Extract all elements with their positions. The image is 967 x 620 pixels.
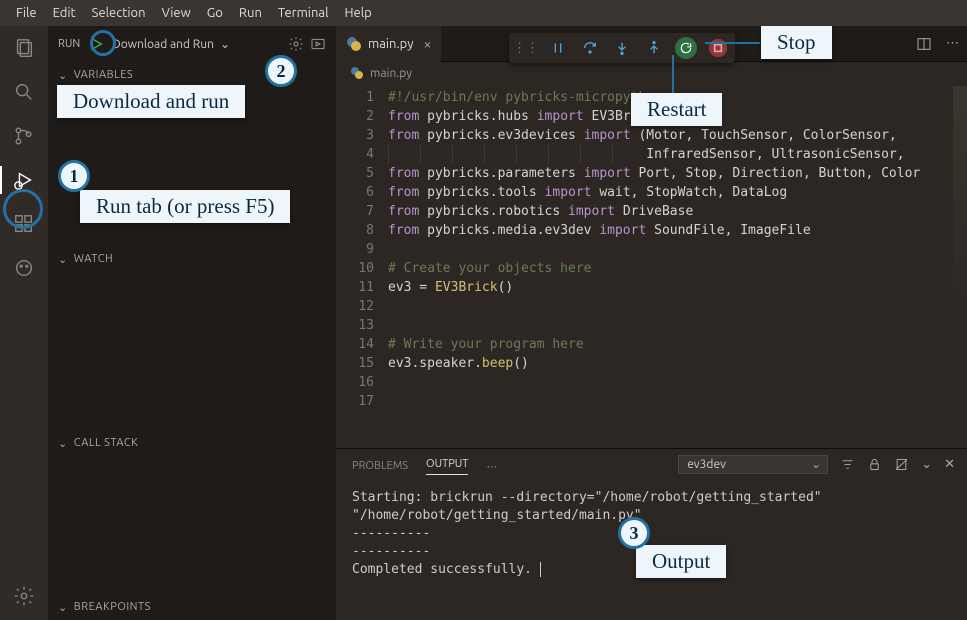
line-gutter: 1234567891011121314151617 bbox=[336, 84, 388, 448]
annotation-bubble-3: 3 bbox=[618, 517, 650, 549]
menu-run[interactable]: Run bbox=[231, 6, 270, 20]
chevron-down-icon: ⌄ bbox=[220, 37, 230, 51]
menu-terminal[interactable]: Terminal bbox=[270, 6, 337, 20]
annotation-output: Output bbox=[636, 545, 726, 578]
split-editor-icon[interactable] bbox=[916, 36, 932, 52]
pause-button[interactable] bbox=[547, 37, 569, 59]
collapse-panel-icon[interactable]: ⌄ bbox=[921, 457, 932, 472]
tab-main-py[interactable]: main.py × bbox=[336, 26, 441, 62]
step-into-button[interactable] bbox=[611, 37, 633, 59]
explorer-icon[interactable] bbox=[12, 36, 36, 60]
annotation-download-and-run: Download and run bbox=[57, 85, 245, 118]
search-icon[interactable] bbox=[12, 80, 36, 104]
close-tab-icon[interactable]: × bbox=[424, 36, 432, 52]
menu-help[interactable]: Help bbox=[336, 6, 379, 20]
menu-edit[interactable]: Edit bbox=[45, 6, 84, 20]
source-control-icon[interactable] bbox=[12, 124, 36, 148]
annotation-highlight-play bbox=[90, 30, 116, 56]
code-editor[interactable]: 1234567891011121314151617 #!/usr/bin/env… bbox=[336, 84, 967, 448]
annotation-connector bbox=[672, 55, 674, 95]
annotation-connector bbox=[705, 42, 760, 44]
annotation-bubble-2: 2 bbox=[265, 55, 297, 87]
run-config-dropdown[interactable]: Download and Run⌄ bbox=[112, 37, 282, 51]
activity-bar bbox=[0, 26, 48, 620]
close-panel-icon[interactable]: ✕ bbox=[944, 457, 955, 472]
restart-button[interactable] bbox=[675, 37, 697, 59]
filter-icon[interactable] bbox=[840, 457, 855, 472]
minimap[interactable] bbox=[953, 86, 967, 436]
clear-output-icon[interactable] bbox=[894, 457, 909, 472]
annotation-stop: Stop bbox=[761, 26, 832, 59]
menu-view[interactable]: View bbox=[154, 6, 199, 20]
annotation-highlight-icon bbox=[3, 189, 43, 229]
python-file-icon bbox=[350, 66, 364, 80]
lock-scroll-icon[interactable] bbox=[867, 457, 882, 472]
device-icon[interactable] bbox=[12, 256, 36, 280]
breakpoints-header[interactable]: ⌄BREAKPOINTS bbox=[48, 594, 336, 620]
config-gear-icon[interactable] bbox=[288, 36, 304, 52]
bottom-panel: PROBLEMS OUTPUT ⋯ ev3dev ⌄ ✕ Starting: b… bbox=[336, 448, 967, 620]
menu-bar: File Edit Selection View Go Run Terminal… bbox=[0, 0, 967, 26]
callstack-header[interactable]: ⌄CALL STACK bbox=[48, 430, 336, 456]
stop-button[interactable] bbox=[707, 37, 729, 59]
run-label: RUN bbox=[58, 38, 80, 50]
menu-file[interactable]: File bbox=[8, 6, 45, 20]
output-channel-dropdown[interactable]: ev3dev bbox=[678, 455, 828, 474]
code-content[interactable]: #!/usr/bin/env pybricks-micropythonfrom … bbox=[388, 84, 967, 448]
python-file-icon bbox=[346, 36, 362, 52]
tab-output[interactable]: OUTPUT bbox=[426, 458, 468, 475]
step-out-button[interactable] bbox=[643, 37, 665, 59]
settings-gear-icon[interactable] bbox=[12, 584, 36, 608]
menu-selection[interactable]: Selection bbox=[84, 6, 154, 20]
more-tabs-icon[interactable]: ⋯ bbox=[486, 460, 497, 473]
annotation-run-tab: Run tab (or press F5) bbox=[80, 190, 290, 223]
more-actions-icon[interactable]: ⋯ bbox=[946, 36, 959, 52]
tab-problems[interactable]: PROBLEMS bbox=[352, 460, 408, 472]
annotation-restart: Restart bbox=[631, 93, 722, 126]
drag-handle-icon[interactable]: ⋮⋮ bbox=[515, 37, 537, 59]
debug-toolbar: ⋮⋮ bbox=[509, 33, 735, 63]
watch-header[interactable]: ⌄WATCH bbox=[48, 246, 336, 272]
menu-go[interactable]: Go bbox=[199, 6, 231, 20]
breadcrumb[interactable]: main.py bbox=[336, 62, 967, 84]
step-over-button[interactable] bbox=[579, 37, 601, 59]
annotation-bubble-1: 1 bbox=[58, 160, 90, 192]
debug-console-icon[interactable] bbox=[310, 36, 326, 52]
